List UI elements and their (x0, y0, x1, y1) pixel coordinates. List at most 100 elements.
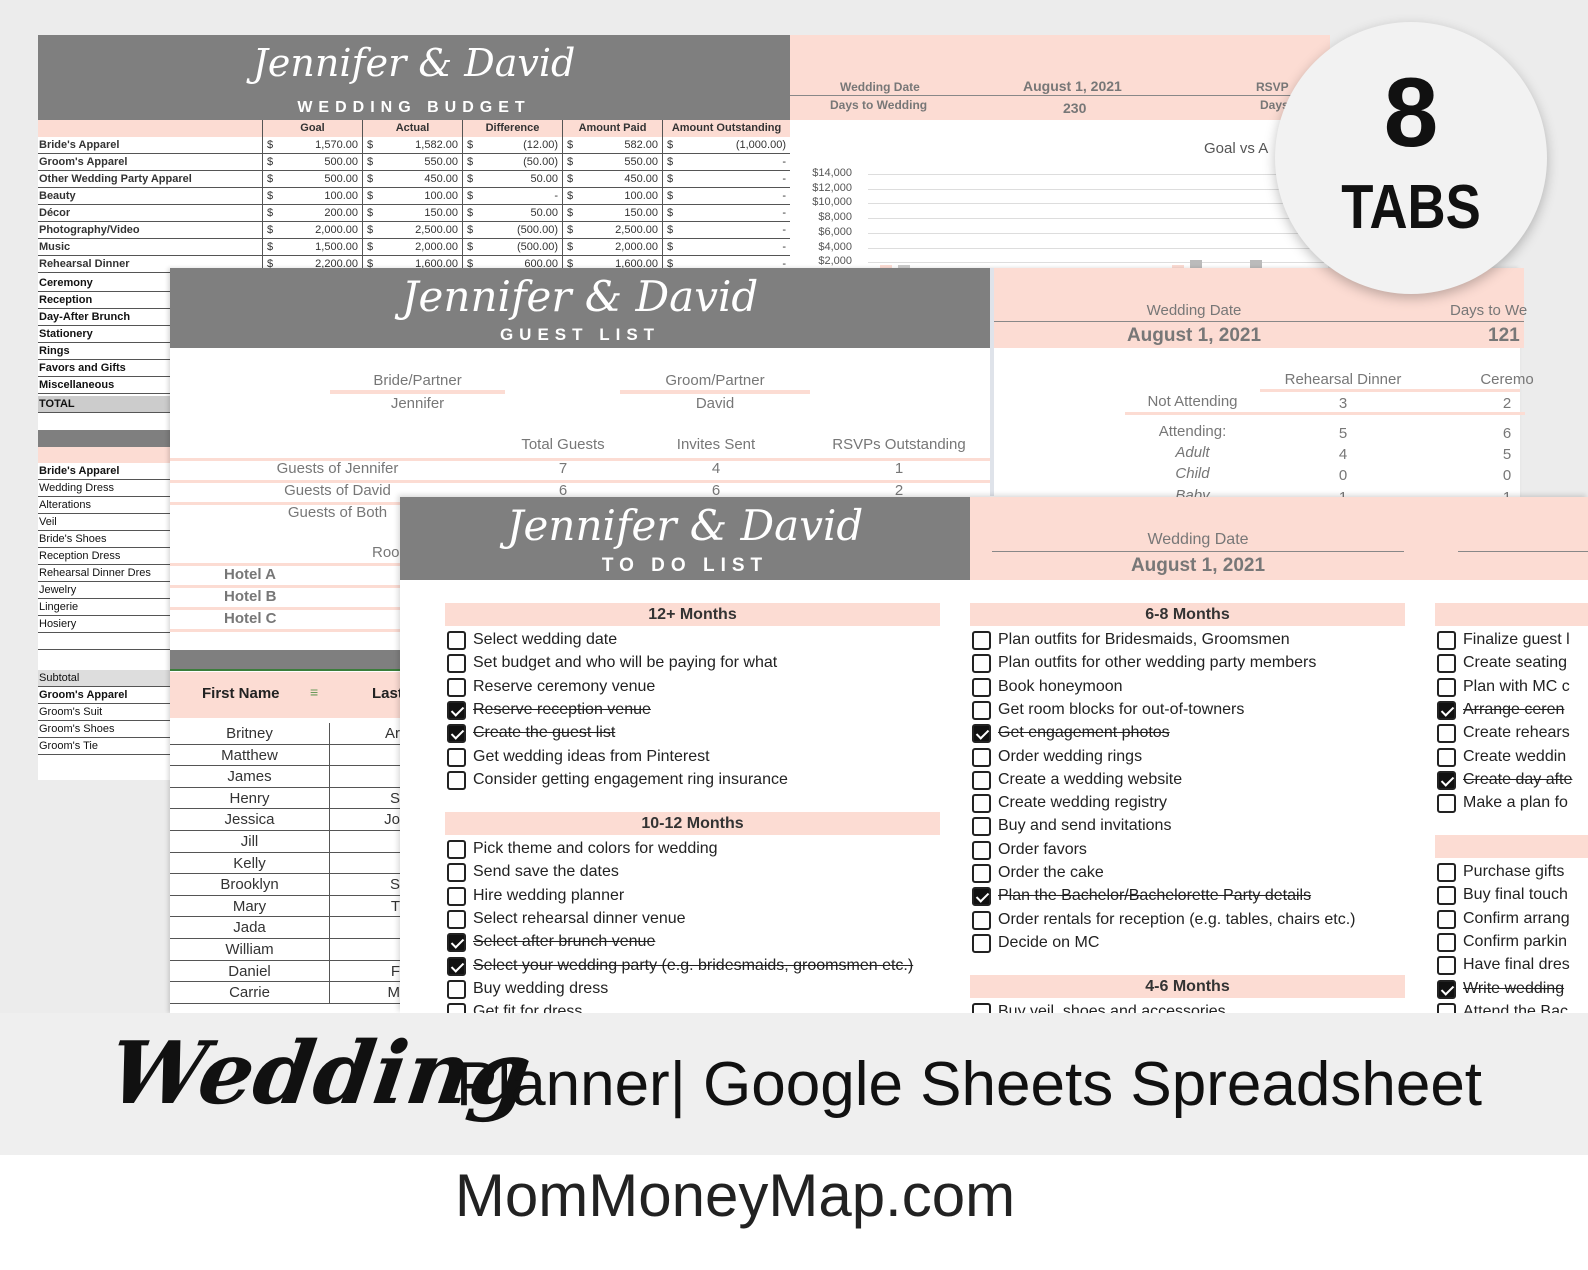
checkbox[interactable] (972, 864, 991, 883)
checkbox[interactable] (447, 654, 466, 674)
todo-item[interactable]: Order favors (970, 839, 1405, 862)
budget-cell[interactable]: $ - (662, 171, 790, 188)
budget-cell[interactable]: $500.00 (262, 154, 362, 171)
budget-cell[interactable]: $500.00 (262, 171, 362, 188)
todo-item[interactable]: Hire wedding planner (445, 885, 940, 908)
todo-item[interactable]: Select your wedding party (e.g. bridesma… (445, 955, 940, 978)
todo-item[interactable]: Plan the Bachelor/Bachelorette Party det… (970, 885, 1405, 908)
todo-item[interactable]: Plan outfits for other wedding party mem… (970, 652, 1405, 675)
budget-cell[interactable]: $ - (662, 188, 790, 205)
todo-item[interactable]: Confirm arrang (1435, 908, 1588, 931)
last-name[interactable]: S (330, 788, 400, 809)
todo-item[interactable]: Reserve ceremony venue (445, 676, 940, 699)
checkbox[interactable] (972, 724, 991, 744)
budget-cell[interactable]: $150.00 (362, 205, 462, 222)
checkbox[interactable] (447, 886, 466, 906)
checkbox[interactable] (447, 909, 466, 929)
todo-item[interactable]: Book honeymoon (970, 676, 1405, 699)
budget-cell[interactable]: $2,500.00 (362, 222, 462, 239)
todo-item[interactable]: Get wedding ideas from Pinterest (445, 746, 940, 769)
todo-item[interactable]: Consider getting engagement ring insuran… (445, 769, 940, 792)
todo-item[interactable]: Get engagement photos (970, 722, 1405, 745)
checkbox[interactable] (447, 933, 466, 953)
budget-cell[interactable]: $200.00 (262, 205, 362, 222)
checkbox[interactable] (1437, 724, 1456, 744)
todo-item[interactable]: Purchase gifts (1435, 861, 1588, 884)
budget-cell[interactable]: $450.00 (562, 171, 662, 188)
checkbox[interactable] (1437, 979, 1456, 999)
todo-item[interactable]: Decide on MC (970, 932, 1405, 955)
checkbox[interactable] (1437, 863, 1456, 882)
todo-item[interactable]: Create a wedding website (970, 769, 1405, 792)
first-name[interactable]: Carrie (170, 982, 330, 1004)
todo-item[interactable]: Select rehearsal dinner venue (445, 908, 940, 931)
checkbox[interactable] (1437, 700, 1456, 720)
last-name[interactable]: Jo (330, 809, 400, 830)
todo-item[interactable]: Make a plan fo (1435, 792, 1588, 815)
checkbox[interactable] (447, 677, 466, 697)
first-name[interactable]: James (170, 766, 330, 788)
checkbox[interactable] (972, 700, 991, 720)
todo-item[interactable]: Create weddin (1435, 746, 1588, 769)
checkbox[interactable] (1437, 932, 1456, 952)
budget-cell[interactable]: $550.00 (362, 154, 462, 171)
checkbox[interactable] (447, 840, 466, 859)
checkbox[interactable] (972, 933, 991, 953)
checkbox[interactable] (972, 794, 991, 814)
checkbox[interactable] (447, 631, 466, 650)
budget-cell[interactable]: $ - (662, 239, 790, 256)
budget-cell[interactable]: $150.00 (562, 205, 662, 222)
checkbox[interactable] (972, 654, 991, 674)
checkbox[interactable] (1437, 654, 1456, 674)
todo-item[interactable]: Write wedding (1435, 978, 1588, 1001)
first-name[interactable]: Jill (170, 831, 330, 852)
budget-cell[interactable]: $ - (662, 205, 790, 222)
budget-cell[interactable]: $550.00 (562, 154, 662, 171)
budget-cell[interactable]: $ (12.00) (462, 137, 562, 154)
todo-item[interactable]: Set budget and who will be paying for wh… (445, 652, 940, 675)
budget-cell[interactable]: $1,500.00 (262, 239, 362, 256)
budget-cell[interactable]: $ - (662, 154, 790, 171)
budget-cell[interactable]: $450.00 (362, 171, 462, 188)
checkbox[interactable] (972, 677, 991, 697)
budget-cell[interactable]: $100.00 (562, 188, 662, 205)
checkbox[interactable] (1437, 677, 1456, 697)
todo-item[interactable]: Create rehears (1435, 722, 1588, 745)
budget-cell[interactable]: $ (500.00) (462, 239, 562, 256)
budget-cell[interactable]: $ - (662, 222, 790, 239)
first-name[interactable]: Henry (170, 787, 330, 809)
first-name[interactable]: Kelly (170, 852, 330, 874)
checkbox[interactable] (972, 631, 991, 650)
checkbox[interactable] (1437, 631, 1456, 650)
checkbox[interactable] (1437, 747, 1456, 767)
first-name[interactable]: Brooklyn (170, 874, 330, 896)
todo-item[interactable]: Reserve reception venue (445, 699, 940, 722)
checkbox[interactable] (972, 770, 991, 790)
last-name[interactable]: T (330, 896, 400, 917)
budget-cell[interactable]: $ (1,000.00) (662, 137, 790, 154)
todo-item[interactable]: Finalize guest l (1435, 629, 1588, 652)
checkbox[interactable] (1437, 794, 1456, 814)
todo-item[interactable]: Buy final touch (1435, 884, 1588, 907)
budget-cell[interactable]: $ - (462, 188, 562, 205)
site-link[interactable]: MomMoneyMap.com (0, 1161, 1470, 1230)
first-name[interactable]: Mary (170, 895, 330, 917)
checkbox[interactable] (447, 724, 466, 744)
budget-cell[interactable]: $2,000.00 (362, 239, 462, 256)
todo-item[interactable]: Buy wedding dress (445, 978, 940, 1001)
todo-item[interactable]: Have final dres (1435, 954, 1588, 977)
todo-item[interactable]: Order wedding rings (970, 746, 1405, 769)
budget-cell[interactable]: $2,500.00 (562, 222, 662, 239)
budget-cell[interactable]: $1,582.00 (362, 137, 462, 154)
todo-item[interactable]: Order rentals for reception (e.g. tables… (970, 909, 1405, 932)
checkbox[interactable] (447, 863, 466, 883)
budget-cell[interactable]: $2,000.00 (262, 222, 362, 239)
first-name[interactable]: Matthew (170, 744, 330, 766)
checkbox[interactable] (1437, 909, 1456, 929)
todo-item[interactable]: Create the guest list (445, 722, 940, 745)
checkbox[interactable] (972, 887, 991, 907)
todo-item[interactable]: Arrange ceren (1435, 699, 1588, 722)
todo-item[interactable]: Create seating (1435, 652, 1588, 675)
todo-item[interactable]: Buy and send invitations (970, 815, 1405, 838)
budget-cell[interactable]: $100.00 (262, 188, 362, 205)
